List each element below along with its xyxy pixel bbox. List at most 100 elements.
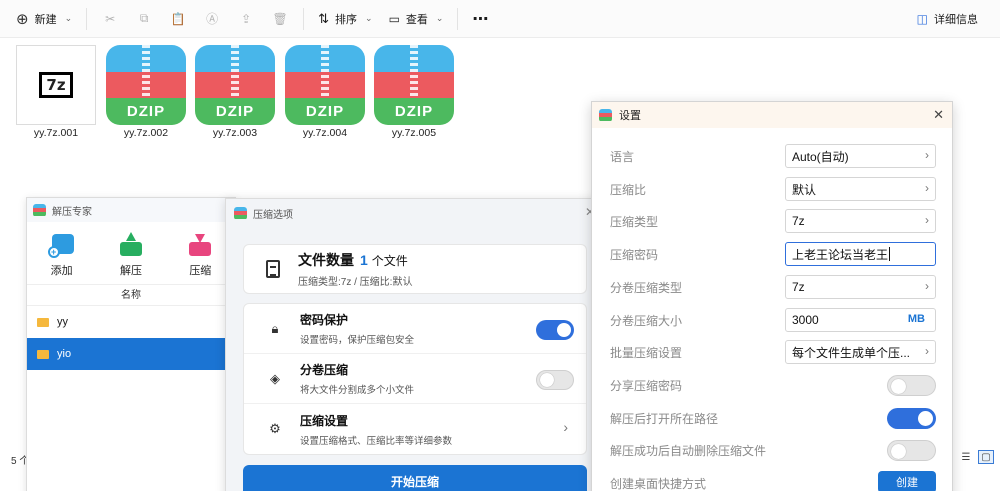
compression-ratio-select[interactable]: 默认 ›	[785, 177, 936, 201]
dzip-icon: DZIP	[374, 45, 454, 125]
option-title: 密码保护	[300, 313, 349, 327]
setting-row-auto-delete: 解压成功后自动删除压缩文件	[610, 438, 936, 462]
dzip-icon: DZIP	[195, 45, 275, 125]
setting-label: 压缩类型	[610, 214, 659, 229]
setting-label: 批量压缩设置	[610, 345, 683, 360]
delete-icon[interactable]: 🗑	[263, 5, 297, 33]
split-volume-row[interactable]: ◈ 分卷压缩 将大文件分割成多个小文件	[244, 354, 586, 404]
select-value: Auto(自动)	[792, 149, 849, 164]
view-button-label: 查看	[405, 13, 428, 26]
compression-summary: 压缩类型:7z / 压缩比:默认	[298, 277, 413, 288]
volume-size-input[interactable]: 3000 MB	[785, 308, 936, 332]
chevron-right-icon: ›	[925, 279, 929, 293]
list-item[interactable]: yio	[27, 338, 235, 370]
select-value: 默认	[792, 182, 817, 197]
chevron-down-icon: ⌄	[64, 13, 73, 23]
chevron-down-icon: ⌄	[365, 13, 373, 23]
split-volume-toggle[interactable]	[536, 370, 574, 390]
compression-password-input[interactable]: 上老王论坛当老王	[785, 242, 936, 266]
setting-label: 解压成功后自动删除压缩文件	[610, 443, 767, 458]
toolbar-divider	[303, 7, 305, 30]
compression-type-select[interactable]: 7z ›	[785, 209, 936, 233]
size-unit: MB	[907, 313, 925, 325]
file-item[interactable]: DZIP yy.7z.002	[104, 45, 188, 139]
copy-icon[interactable]: ⧉	[127, 5, 161, 33]
language-select[interactable]: Auto(自动) ›	[785, 144, 936, 168]
volume-type-select[interactable]: 7z ›	[785, 275, 936, 299]
extract-button[interactable]: 解压	[117, 232, 145, 278]
add-label: 添加	[50, 265, 73, 277]
chevron-down-icon: ⌄	[435, 13, 444, 23]
tool-bar: + 添加 解压 压缩	[27, 222, 235, 284]
plus-circle-icon: ⊕	[16, 10, 29, 28]
dzip-badge: DZIP	[374, 98, 454, 125]
file-item[interactable]: DZIP yy.7z.005	[372, 45, 456, 139]
explorer-toolbar: ⊕ 新建 ⌄ ✂ ⧉ 📋 Ⓐ ⇪ 🗑 ⇅ 排序 ⌄ ▭ 查看 ⌄ ⋯ ◫ 详细信…	[0, 0, 1000, 38]
setting-label: 分享压缩密码	[610, 378, 683, 393]
setting-label: 压缩比	[610, 182, 647, 197]
start-compress-button[interactable]: 开始压缩	[243, 465, 587, 491]
list-view-icon[interactable]: ☰	[958, 450, 974, 464]
dzip-badge: DZIP	[195, 98, 275, 125]
tiles-view-icon[interactable]: ▢	[978, 450, 994, 464]
sort-button[interactable]: ⇅ 排序 ⌄	[310, 5, 380, 33]
list-item[interactable]: yy	[27, 306, 235, 338]
file-name: yy.7z.004	[302, 127, 348, 139]
options-card: 🔒︎ 密码保护 设置密码，保护压缩包安全 ◈ 分卷压缩 将大文件分割成多个小文件…	[243, 303, 587, 455]
window-titlebar[interactable]: 解压专家	[27, 198, 235, 222]
setting-row-volume-size: 分卷压缩大小 3000 MB	[610, 308, 936, 332]
setting-row-open-path: 解压后打开所在路径	[610, 406, 936, 430]
password-protection-toggle[interactable]	[536, 320, 574, 340]
password-protection-row[interactable]: 🔒︎ 密码保护 设置密码，保护压缩包安全	[244, 304, 586, 354]
window-titlebar[interactable]: 压缩选项 ✕	[226, 199, 601, 227]
toolbar-divider	[86, 7, 88, 30]
chevron-right-icon: ›	[925, 148, 929, 162]
setting-row-batch: 批量压缩设置 每个文件生成单个压... ›	[610, 340, 936, 364]
more-options-button[interactable]: ⋯	[464, 5, 496, 33]
file-item[interactable]: DZIP yy.7z.004	[283, 45, 367, 139]
file-count-unit: 个文件	[371, 254, 408, 268]
compress-button[interactable]: 压缩	[186, 232, 214, 278]
cut-icon[interactable]: ✂	[93, 5, 127, 33]
close-icon[interactable]: ✕	[933, 107, 944, 123]
file-item[interactable]: DZIP yy.7z.003	[193, 45, 277, 139]
app-icon	[33, 203, 46, 217]
file-name: yy.7z.005	[391, 127, 437, 139]
folder-name: yy	[57, 316, 68, 328]
file-count-value: 1	[360, 252, 368, 268]
setting-row-ratio: 压缩比 默认 ›	[610, 177, 936, 201]
share-password-toggle[interactable]	[887, 375, 936, 396]
input-value: 3000	[792, 313, 819, 327]
details-button[interactable]: ◫ 详细信息	[909, 5, 986, 33]
setting-label: 创建桌面快捷方式	[610, 476, 707, 491]
file-count-label: 文件数量	[298, 252, 354, 268]
file-item[interactable]: 7z yy.7z.001	[14, 45, 98, 139]
setting-row-share-password: 分享压缩密码	[610, 373, 936, 397]
name-column-header[interactable]: 名称	[27, 284, 235, 306]
layers-icon: ◈	[270, 370, 280, 386]
new-button[interactable]: ⊕ 新建 ⌄	[8, 5, 80, 33]
document-icon	[266, 260, 280, 278]
view-button[interactable]: ▭ 查看 ⌄	[381, 5, 452, 33]
details-button-label: 详细信息	[934, 14, 978, 26]
paste-icon[interactable]: 📋	[161, 5, 195, 33]
file-name: yy.7z.001	[33, 127, 79, 139]
add-button[interactable]: + 添加	[47, 232, 76, 278]
gear-icon: ⚙	[269, 421, 281, 436]
rename-icon[interactable]: Ⓐ	[195, 5, 229, 33]
window-titlebar[interactable]: 设置 ✕	[592, 102, 952, 128]
open-path-toggle[interactable]	[887, 408, 936, 429]
compression-settings-row[interactable]: ⚙ 压缩设置 设置压缩格式、压缩比率等详细参数 ›	[244, 404, 586, 454]
extract-icon	[117, 232, 145, 258]
option-description: 将大文件分割成多个小文件	[300, 385, 415, 396]
settings-window: 设置 ✕ 语言 Auto(自动) › 压缩比 默认 › 压缩类型 7z › 压缩密码 …	[591, 101, 953, 491]
share-icon[interactable]: ⇪	[229, 5, 263, 33]
view-mode-switcher: ☰ ▢	[958, 450, 994, 464]
create-shortcut-button[interactable]: 创建	[878, 471, 936, 491]
setting-row-type: 压缩类型 7z ›	[610, 209, 936, 233]
dzip-icon: DZIP	[285, 45, 365, 125]
chevron-right-icon: ›	[925, 181, 929, 195]
window-title: 压缩选项	[253, 209, 293, 221]
auto-delete-toggle[interactable]	[887, 440, 936, 461]
batch-compression-select[interactable]: 每个文件生成单个压... ›	[785, 340, 936, 364]
